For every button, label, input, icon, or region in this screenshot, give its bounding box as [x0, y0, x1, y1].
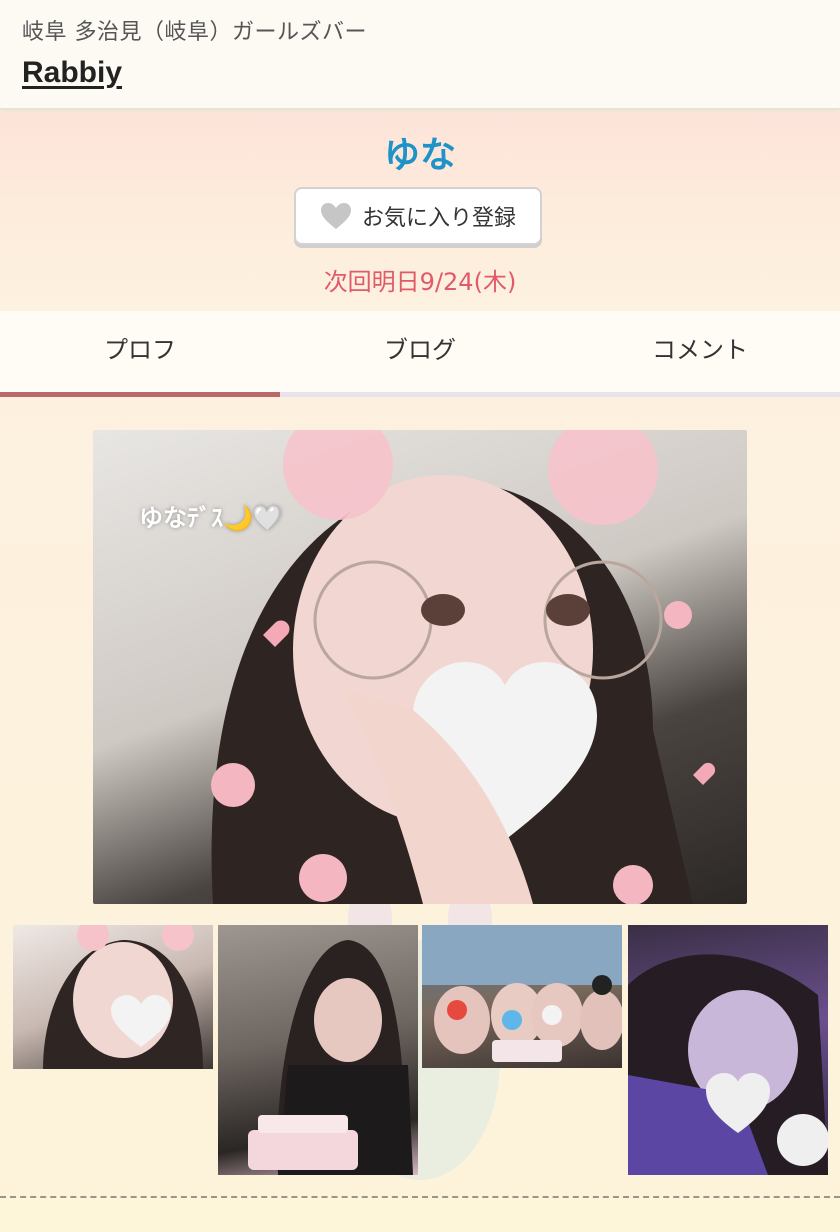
- photo-caption-text: ゆなﾃﾞｽ🌙🤍: [139, 504, 283, 532]
- cast-name: ゆな: [383, 135, 456, 176]
- thumbnail-placeholder-art: [43, 925, 203, 1069]
- tab-blog[interactable]: ブログ: [280, 311, 560, 392]
- photo-thumbnail-2[interactable]: [218, 925, 418, 1175]
- tab-comment[interactable]: コメント: [560, 311, 840, 392]
- tab-profile[interactable]: プロフ: [0, 311, 280, 397]
- cast-main-photo[interactable]: ゆなﾃﾞｽ🌙🤍: [93, 430, 747, 904]
- shop-name-link[interactable]: Rabbiy: [22, 56, 122, 90]
- photo-thumbnail-4[interactable]: [628, 925, 828, 1175]
- section-divider: [0, 1196, 840, 1198]
- next-shift-date: 次回明日9/24(木): [323, 268, 517, 296]
- thumbnail-placeholder-art: [628, 954, 828, 1175]
- shop-area-category: 岐阜 多治見（岐阜）ガールズバー: [22, 20, 367, 45]
- photo-thumbnail-3[interactable]: [422, 925, 622, 1068]
- thumbnail-placeholder-art: [422, 925, 622, 1062]
- add-favorite-label: お気に入り登録: [361, 206, 516, 231]
- thumbnail-placeholder-art: [248, 940, 413, 1175]
- bottom-section: [0, 1198, 840, 1232]
- photo-thumbnail-1[interactable]: [13, 925, 213, 1069]
- site-header: 岐阜 多治見（岐阜）ガールズバー Rabbiy: [0, 0, 840, 110]
- heart-icon: [320, 203, 351, 229]
- profile-tabs: プロフ ブログ コメント: [0, 311, 840, 397]
- add-favorite-button[interactable]: お気に入り登録: [294, 187, 542, 245]
